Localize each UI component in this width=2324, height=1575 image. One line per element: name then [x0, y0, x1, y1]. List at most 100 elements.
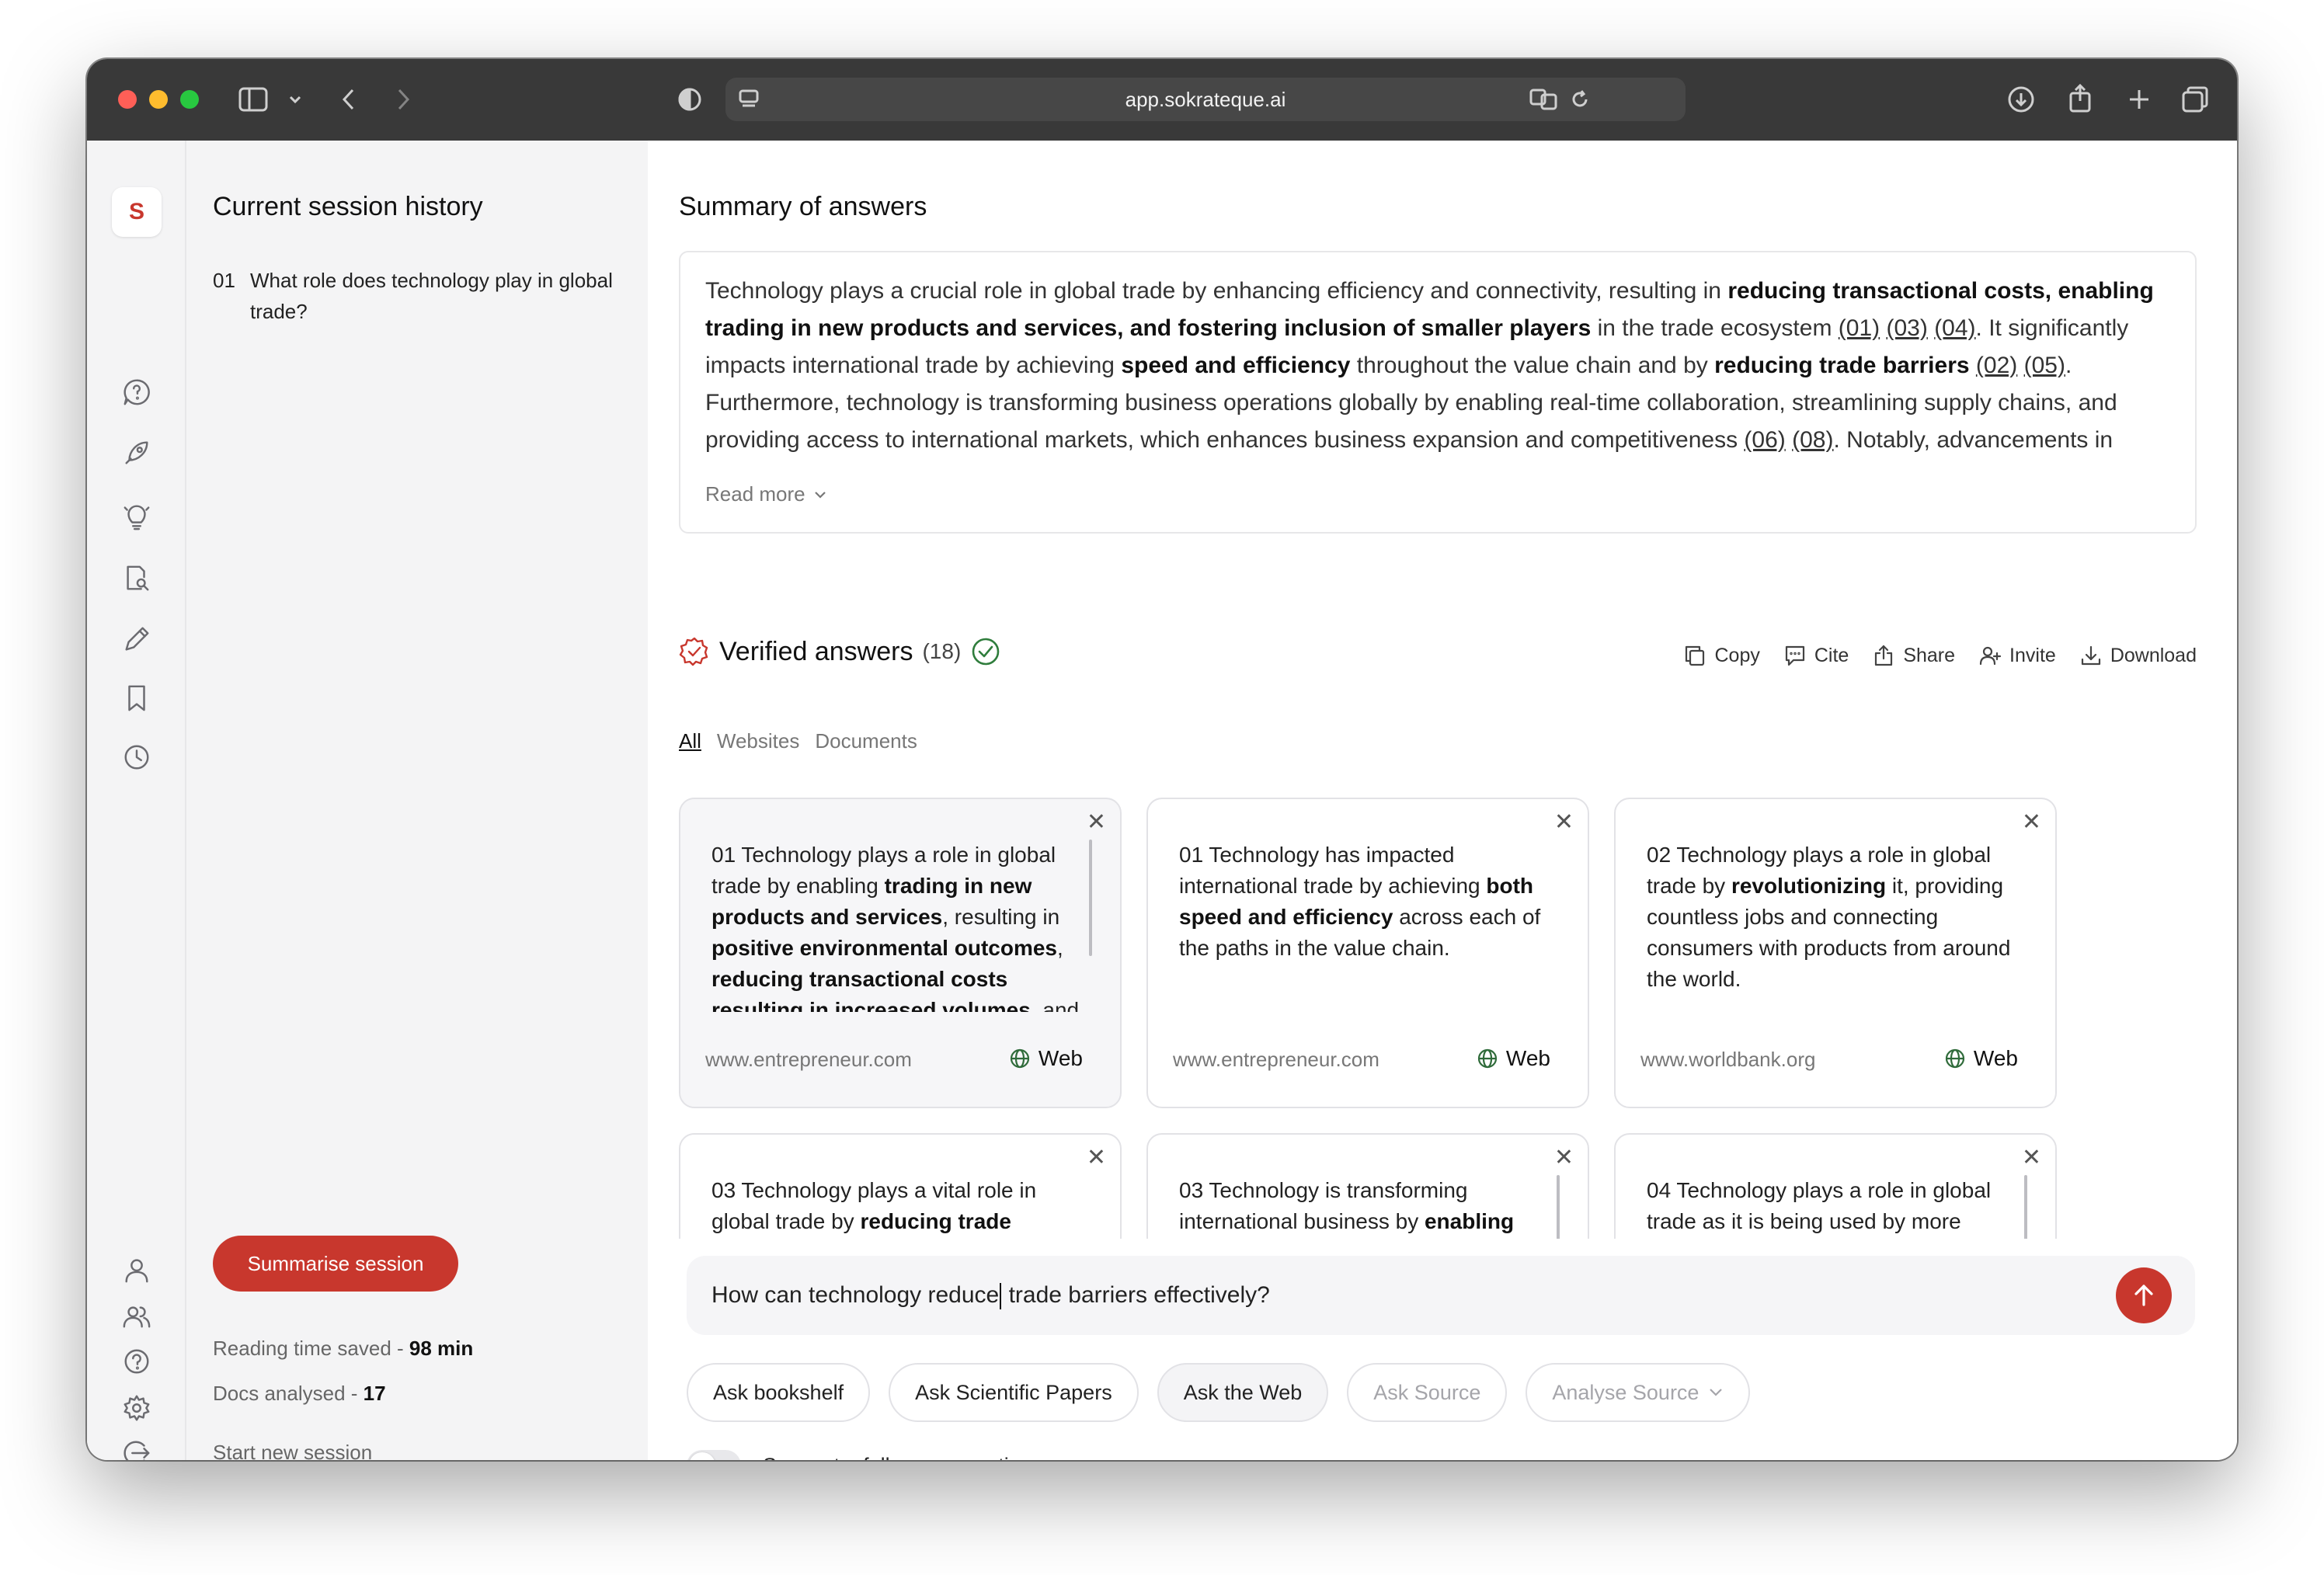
share-icon[interactable] [2065, 81, 2096, 115]
reading-time-label: Reading time saved - [213, 1337, 409, 1360]
help-icon[interactable] [121, 1346, 152, 1377]
download-label: Download [2110, 644, 2197, 666]
close-icon[interactable]: ✕ [1554, 1144, 1574, 1171]
translate-icon[interactable] [1529, 87, 1560, 112]
answer-cards: ✕ 01 Technology plays a role in global t… [679, 798, 2155, 1239]
reload-icon[interactable] [1567, 87, 1592, 112]
team-icon[interactable] [121, 1301, 152, 1332]
pen-icon[interactable] [121, 624, 152, 655]
follow-up-toggle[interactable] [687, 1450, 741, 1460]
answer-card-source[interactable]: www.worldbank.org [1640, 1048, 1815, 1072]
share-button[interactable]: Share [1872, 644, 1955, 667]
citation-link[interactable]: (04) [1934, 315, 1975, 341]
docs-analysed-stat: Docs analysed - 17 [213, 1382, 386, 1406]
answer-card[interactable]: ✕ 01 Technology plays a role in global t… [679, 798, 1122, 1108]
start-new-session-link[interactable]: Start new session [213, 1441, 372, 1460]
history-icon[interactable] [121, 742, 152, 773]
bookmark-icon[interactable] [121, 683, 152, 714]
text-caret [1000, 1283, 1002, 1310]
share-icon [1875, 645, 1893, 666]
address-bar[interactable]: app.sokrateque.ai [725, 78, 1686, 121]
docs-analysed-label: Docs analysed - [213, 1382, 364, 1405]
analyse-source-dropdown[interactable]: Analyse Source [1526, 1363, 1751, 1422]
close-icon[interactable]: ✕ [1554, 808, 1574, 836]
verified-badge-icon [679, 637, 708, 666]
answer-card[interactable]: ✕ 03 Technology plays a vital role in gl… [679, 1133, 1122, 1239]
history-title: Current session history [213, 192, 483, 221]
answer-card[interactable]: ✕ 01 Technology has impacted internation… [1146, 798, 1589, 1108]
logout-icon[interactable] [121, 1438, 152, 1460]
citation-link[interactable]: (01) [1839, 315, 1880, 341]
send-button[interactable] [2116, 1267, 2172, 1323]
close-icon[interactable]: ✕ [1087, 808, 1106, 836]
answer-card-text: 01 Technology plays a role in global tra… [711, 843, 1080, 1012]
globe-icon [1945, 1048, 1965, 1069]
help-chat-icon[interactable] [121, 377, 152, 408]
citation-link[interactable]: (03) [1886, 315, 1927, 341]
summarise-session-button[interactable]: Summarise session [213, 1236, 458, 1292]
answer-card[interactable]: ✕ 02 Technology plays a role in global t… [1614, 798, 2057, 1108]
card-scrollbar[interactable] [1089, 840, 1092, 956]
download-icon [2081, 645, 2100, 666]
app-logo[interactable]: S [112, 187, 162, 237]
answer-card-text: 02 Technology plays a role in global tra… [1647, 843, 2011, 991]
forward-icon[interactable] [391, 85, 415, 113]
reading-time-value: 98 min [409, 1337, 474, 1360]
summary-text: Technology plays a crucial role in globa… [705, 278, 2154, 453]
answer-card-type: Web [1944, 1046, 2018, 1071]
chevron-down-icon[interactable] [286, 90, 304, 109]
analyse-source-label: Analyse Source [1552, 1380, 1700, 1404]
answer-card-type-label: Web [1973, 1046, 2018, 1070]
document-search-icon[interactable] [121, 563, 152, 594]
downloads-icon[interactable] [2006, 84, 2037, 115]
cite-label: Cite [1814, 644, 1849, 666]
history-item-text: What role does technology play in global… [250, 269, 613, 323]
answer-card[interactable]: ✕ 04 Technology plays a role in global t… [1614, 1133, 2057, 1239]
answer-card-source[interactable]: www.entrepreneur.com [705, 1048, 912, 1072]
lightbulb-icon[interactable] [121, 501, 152, 532]
ask-source-button[interactable]: Ask Source [1347, 1363, 1508, 1422]
answer-card[interactable]: ✕ 03 Technology is transforming internat… [1146, 1133, 1589, 1239]
answer-card-source[interactable]: www.entrepreneur.com [1173, 1048, 1379, 1072]
zoom-window-button[interactable] [180, 90, 199, 109]
tab-overview-icon[interactable] [2180, 84, 2211, 115]
filter-documents[interactable]: Documents [815, 729, 917, 753]
close-icon[interactable]: ✕ [2022, 1144, 2041, 1171]
copy-button[interactable]: Copy [1683, 644, 1760, 667]
ask-bookshelf-button[interactable]: Ask bookshelf [687, 1363, 871, 1422]
close-icon[interactable]: ✕ [1087, 1144, 1106, 1171]
card-scrollbar[interactable] [1557, 1175, 1560, 1239]
citation-link[interactable]: (06) [1744, 427, 1785, 453]
new-tab-icon[interactable] [2124, 84, 2155, 115]
close-icon[interactable]: ✕ [2022, 808, 2041, 836]
answer-card-text: 03 Technology plays a vital role in glob… [711, 1178, 1037, 1233]
close-window-button[interactable] [118, 90, 137, 109]
ask-scientific-papers-button[interactable]: Ask Scientific Papers [889, 1363, 1139, 1422]
answer-actions: Copy Cite Share Invite Download [1683, 644, 2197, 667]
invite-label: Invite [2009, 644, 2056, 666]
filter-all[interactable]: All [679, 729, 701, 753]
read-more-button[interactable]: Read more [705, 482, 827, 506]
appearance-icon[interactable] [676, 85, 704, 113]
invite-button[interactable]: Invite [1978, 644, 2056, 667]
citation-link[interactable]: (08) [1792, 427, 1833, 453]
answer-card-type: Web [1477, 1046, 1550, 1071]
browser-toolbar: app.sokrateque.ai [87, 59, 2237, 141]
citation-link[interactable]: (05) [2024, 353, 2065, 378]
card-scrollbar[interactable] [2024, 1175, 2027, 1239]
citation-link[interactable]: (02) [1976, 353, 2017, 378]
question-input[interactable]: How can technology reduce trade barriers… [687, 1256, 2195, 1335]
back-icon[interactable] [337, 85, 360, 113]
globe-icon [1010, 1048, 1030, 1069]
cite-button[interactable]: Cite [1783, 644, 1849, 667]
rocket-icon[interactable] [121, 437, 152, 468]
filter-websites[interactable]: Websites [717, 729, 799, 753]
history-item[interactable]: 01 What role does technology play in glo… [213, 265, 617, 327]
sidebar-toggle-icon[interactable] [238, 85, 269, 113]
download-button[interactable]: Download [2079, 644, 2197, 667]
minimize-window-button[interactable] [149, 90, 168, 109]
settings-icon[interactable] [121, 1392, 152, 1424]
profile-icon[interactable] [121, 1254, 152, 1285]
ask-the-web-button[interactable]: Ask the Web [1157, 1363, 1329, 1422]
verified-answers-title: Verified answers [719, 636, 913, 666]
